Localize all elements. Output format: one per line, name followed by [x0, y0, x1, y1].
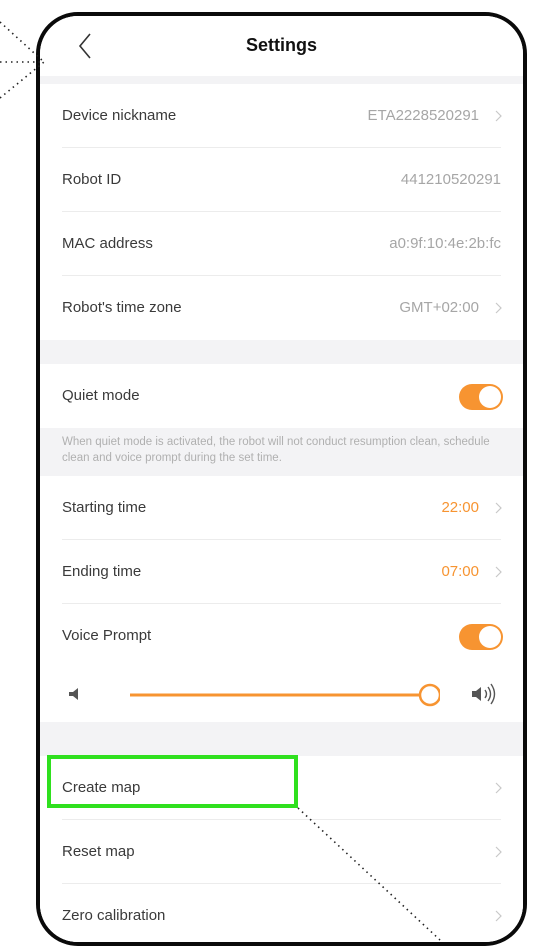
annotation-leader-lines — [0, 21, 441, 941]
